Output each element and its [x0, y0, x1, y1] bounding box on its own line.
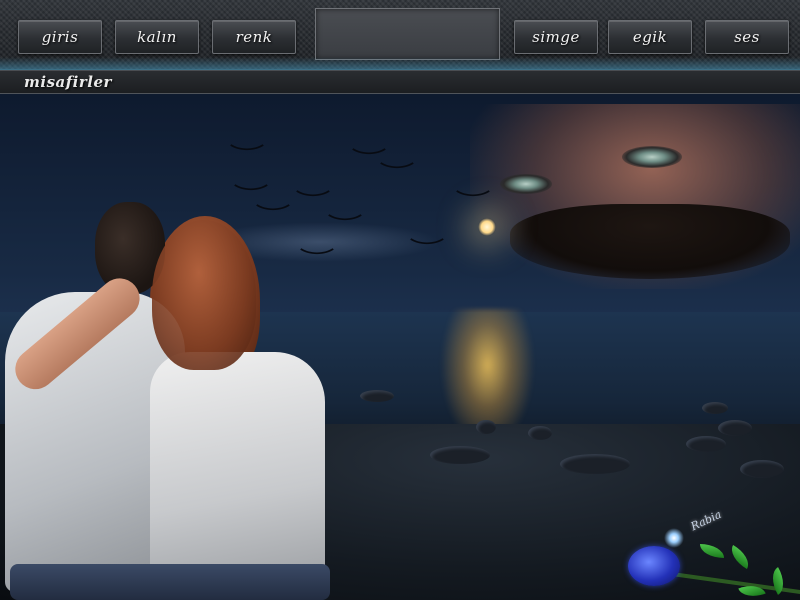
background-scene-image: ︶ ︶ ︶ ︶ ︶ ︶ ︶ ︶ ︶ ︶ Rabia	[0, 94, 800, 600]
bird-icon: ︶	[229, 144, 265, 169]
center-empty-panel	[315, 8, 500, 60]
rock	[528, 426, 552, 440]
rock	[740, 460, 784, 478]
top-navigation-bar: giris kalın renk simge egik ses	[0, 0, 800, 70]
rock	[560, 454, 630, 474]
jeans	[10, 564, 330, 600]
bird-icon: ︶	[409, 238, 445, 263]
rock	[430, 446, 490, 464]
eye-right	[622, 146, 682, 168]
eye-left	[500, 174, 552, 194]
bird-icon: ︶	[255, 204, 291, 229]
bird-icon: ︶	[327, 214, 363, 239]
nav-button-kalin[interactable]: kalın	[115, 20, 199, 54]
sparkle-icon	[664, 528, 684, 548]
section-header: misafirler	[0, 70, 800, 94]
section-title: misafirler	[24, 73, 112, 91]
nav-button-giris[interactable]: giris	[18, 20, 102, 54]
nav-button-renk[interactable]: renk	[212, 20, 296, 54]
rock	[702, 402, 728, 414]
bird-icon: ︶	[379, 162, 415, 187]
moon	[478, 218, 496, 236]
rock	[360, 390, 394, 402]
blue-rose-icon	[628, 546, 680, 586]
rock	[686, 436, 726, 452]
rock	[718, 420, 752, 436]
nav-button-ses[interactable]: ses	[705, 20, 789, 54]
face-veil	[510, 204, 790, 279]
woman-hair-front	[152, 220, 256, 370]
bird-icon: ︶	[295, 190, 331, 215]
rock	[476, 420, 496, 434]
woman-silhouette	[150, 352, 325, 592]
nav-button-simge[interactable]: simge	[514, 20, 598, 54]
bird-icon: ︶	[299, 248, 335, 273]
nav-button-egik[interactable]: egik	[608, 20, 692, 54]
bird-icon: ︶	[455, 190, 491, 215]
